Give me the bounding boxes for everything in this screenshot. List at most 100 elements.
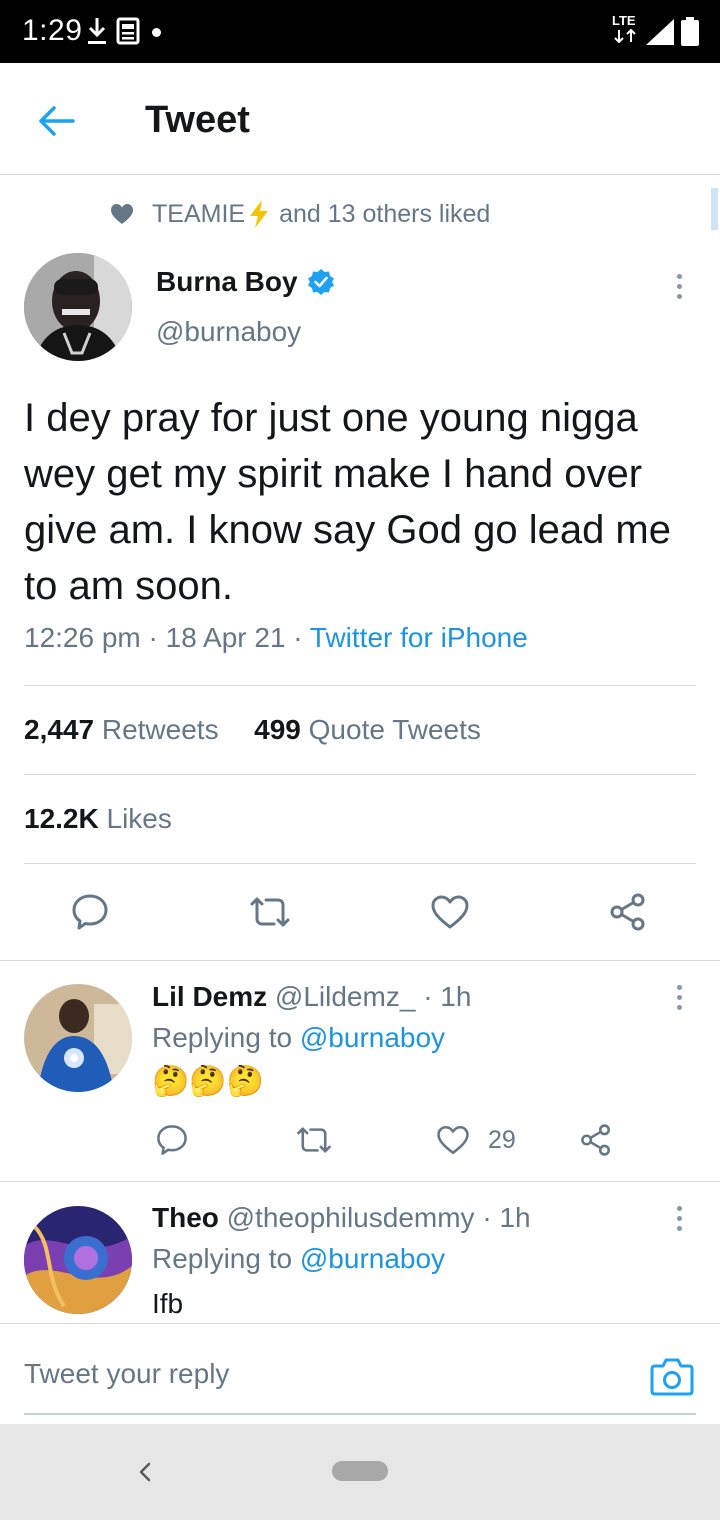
quotes-link[interactable]: 499 Quote Tweets bbox=[254, 714, 481, 745]
reply-bubble-icon bbox=[72, 894, 108, 930]
status-time: 1:29 bbox=[22, 14, 83, 47]
social-context-name: TEAMIE bbox=[152, 199, 246, 228]
likes-label: Likes bbox=[106, 803, 172, 834]
more-dot-icon bbox=[676, 273, 682, 279]
likes-link[interactable]: 12.2K Likes bbox=[24, 803, 172, 835]
camera-icon bbox=[650, 1358, 694, 1396]
reply-avatar[interactable] bbox=[24, 1206, 132, 1314]
retweets-label: Retweets bbox=[101, 714, 219, 745]
retweet-stats: 2,447 Retweets 499 Quote Tweets bbox=[24, 714, 481, 746]
reply-author-handle[interactable]: @theophilusdemmy bbox=[227, 1202, 475, 1233]
data-arrows-icon bbox=[614, 29, 636, 43]
download-icon bbox=[88, 18, 106, 44]
lightning-bolt-icon bbox=[250, 200, 269, 228]
more-dot-icon bbox=[676, 1225, 682, 1231]
arrow-left-icon bbox=[39, 106, 75, 136]
reply-author-handle[interactable]: @Lildemz_ bbox=[275, 981, 415, 1012]
reply-text: 🤔🤔🤔 bbox=[152, 1065, 265, 1098]
divider bbox=[0, 1181, 720, 1182]
notification-dot-icon bbox=[152, 28, 161, 37]
reply-header: Lil Demz @Lildemz_ · 1h bbox=[152, 981, 472, 1012]
avatar-image bbox=[24, 1206, 132, 1314]
reply-text: Ifb bbox=[152, 1288, 184, 1319]
quotes-label: Quote Tweets bbox=[308, 714, 481, 745]
divider bbox=[0, 960, 720, 961]
replying-to-handle[interactable]: @burnaboy bbox=[300, 1243, 445, 1274]
author-name[interactable]: Burna Boy bbox=[156, 266, 335, 298]
share-icon bbox=[610, 893, 645, 931]
social-context-text: and 13 others liked bbox=[279, 199, 491, 228]
tweet-more-button[interactable] bbox=[664, 266, 694, 306]
reply-input[interactable]: Tweet your reply bbox=[24, 1358, 229, 1390]
verified-badge-icon bbox=[307, 269, 334, 295]
reply-bubble-icon bbox=[157, 1125, 187, 1155]
replying-to-handle[interactable]: @burnaboy bbox=[300, 1022, 445, 1053]
heart-filled-icon bbox=[111, 204, 133, 224]
more-dot-icon bbox=[676, 994, 682, 1000]
signal-icon bbox=[646, 19, 674, 45]
retweets-link[interactable]: 2,447 Retweets bbox=[24, 714, 219, 745]
like-count: 29 bbox=[488, 1125, 516, 1154]
tweet-time: 12:26 pm bbox=[24, 622, 141, 653]
share-button[interactable] bbox=[604, 888, 652, 936]
page-title: Tweet bbox=[145, 99, 250, 141]
replying-label: Replying to bbox=[152, 1022, 293, 1053]
reply-avatar[interactable] bbox=[24, 984, 132, 1092]
author-handle[interactable]: @burnaboy bbox=[156, 316, 301, 348]
like-button[interactable] bbox=[426, 888, 474, 936]
back-button[interactable] bbox=[32, 99, 80, 143]
heart-outline-icon bbox=[431, 895, 469, 929]
reply-author-name[interactable]: Theo bbox=[152, 1202, 219, 1233]
battery-icon bbox=[681, 17, 699, 46]
share-icon bbox=[581, 1124, 611, 1156]
nav-back-icon[interactable] bbox=[128, 1454, 160, 1490]
share-button[interactable] bbox=[574, 1118, 618, 1162]
camera-button[interactable] bbox=[650, 1354, 694, 1398]
reply-button[interactable] bbox=[150, 1118, 194, 1162]
divider bbox=[24, 774, 696, 775]
reply-more-button[interactable] bbox=[664, 1198, 694, 1238]
composer-underline bbox=[24, 1413, 696, 1415]
retweet-icon bbox=[297, 1127, 331, 1153]
retweet-icon bbox=[250, 897, 290, 927]
more-dot-icon bbox=[676, 293, 682, 299]
tweet-actions bbox=[0, 880, 720, 944]
replying-to: Replying to @burnaboy bbox=[152, 1243, 445, 1275]
reply-author-name[interactable]: Lil Demz bbox=[152, 981, 267, 1012]
news-icon bbox=[116, 17, 140, 45]
tweet-text: I dey pray for just one young nigga wey … bbox=[24, 396, 671, 608]
author-avatar[interactable] bbox=[24, 253, 132, 361]
author-name-text: Burna Boy bbox=[156, 266, 298, 297]
quotes-count: 499 bbox=[254, 714, 301, 745]
status-bar: 1:29 LTE bbox=[0, 0, 720, 63]
nav-home-pill[interactable] bbox=[332, 1461, 388, 1481]
more-dot-icon bbox=[676, 1205, 682, 1211]
more-dot-icon bbox=[676, 1004, 682, 1010]
social-context[interactable]: TEAMIE and 13 others liked bbox=[110, 198, 490, 230]
reply-more-button[interactable] bbox=[664, 977, 694, 1017]
more-dot-icon bbox=[676, 1215, 682, 1221]
network-type: LTE bbox=[612, 13, 636, 28]
tweet-date: 18 Apr 21 bbox=[165, 622, 286, 653]
tweet-source-link[interactable]: Twitter for iPhone bbox=[310, 622, 528, 653]
retweet-button[interactable] bbox=[246, 888, 294, 936]
more-dot-icon bbox=[676, 283, 682, 289]
more-dot-icon bbox=[676, 984, 682, 990]
tweet-meta: 12:26 pm · 18 Apr 21 · Twitter for iPhon… bbox=[24, 622, 528, 653]
reply-composer: Tweet your reply bbox=[0, 1323, 720, 1423]
scroll-indicator[interactable] bbox=[711, 188, 718, 230]
reply-header: Theo @theophilusdemmy · 1h bbox=[152, 1202, 531, 1233]
retweets-count: 2,447 bbox=[24, 714, 95, 745]
reply-age: 1h bbox=[440, 981, 472, 1012]
retweet-button[interactable] bbox=[292, 1118, 336, 1162]
reply-button[interactable] bbox=[66, 888, 114, 936]
divider bbox=[24, 685, 696, 686]
avatar-image bbox=[24, 984, 132, 1092]
reply-age: 1h bbox=[499, 1202, 531, 1233]
app-header: Tweet bbox=[0, 63, 720, 175]
like-button[interactable]: 29 bbox=[436, 1118, 516, 1162]
replying-to: Replying to @burnaboy bbox=[152, 1022, 445, 1054]
divider bbox=[24, 863, 696, 864]
heart-outline-icon bbox=[437, 1125, 469, 1155]
likes-count: 12.2K bbox=[24, 803, 99, 834]
